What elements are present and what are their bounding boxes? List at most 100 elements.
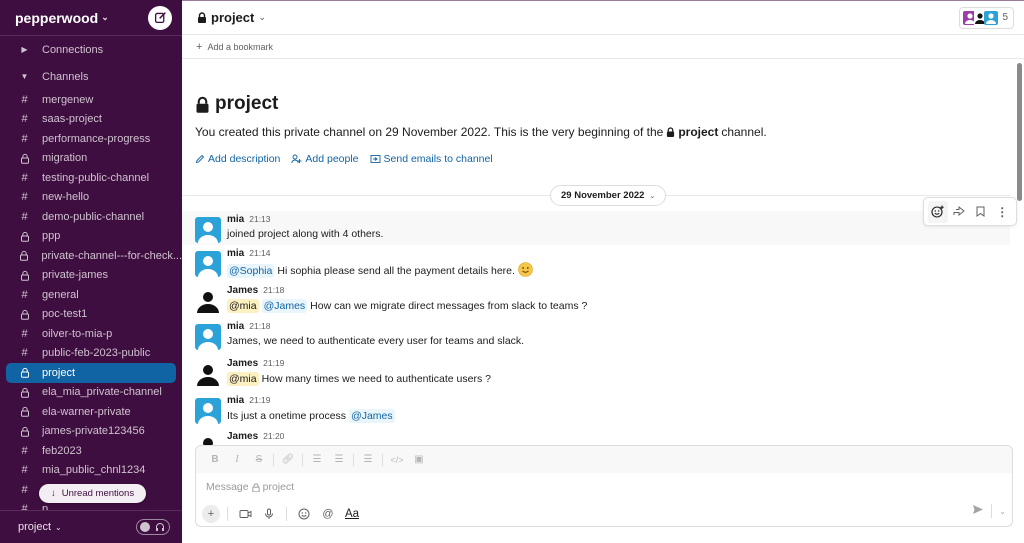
section-connections[interactable]: ▶ Connections	[0, 36, 182, 63]
add-description-link[interactable]: Add description	[195, 153, 280, 165]
sidebar-channel-ppp[interactable]: ppp	[0, 227, 182, 247]
code-button[interactable]: </>	[386, 450, 408, 470]
mention-button[interactable]: @	[318, 504, 338, 524]
hash-icon: #	[21, 132, 28, 145]
sidebar-channel-project[interactable]: project	[6, 363, 176, 383]
channel-title-button[interactable]: project ⌄	[197, 10, 266, 25]
sidebar-channel-new-hello[interactable]: # new-hello	[0, 188, 182, 208]
message-item[interactable]: James 21:18 @mia @James How can we migrate d…	[182, 282, 1010, 319]
sidebar-channel-general[interactable]: # general	[0, 285, 182, 305]
section-channels[interactable]: ▼ Channels	[0, 63, 182, 90]
avatar[interactable]	[195, 324, 221, 351]
huddle-toggle[interactable]	[136, 519, 170, 535]
sidebar-channel-private-james[interactable]: private-james	[0, 266, 182, 286]
blockquote-button[interactable]: ☰	[357, 450, 379, 470]
emoji-button[interactable]	[294, 504, 314, 524]
bold-icon: B	[211, 454, 219, 465]
sidebar-channel-poc-test1[interactable]: poc-test1	[0, 305, 182, 325]
save-message-button[interactable]	[971, 201, 991, 223]
sidebar-channel-migration[interactable]: migration	[0, 149, 182, 169]
add-people-link[interactable]: Add people	[291, 153, 359, 165]
user-mention[interactable]: @James	[349, 408, 395, 423]
avatar[interactable]	[195, 397, 221, 424]
message-item[interactable]: mia 21:18 James, we need to authenticate e…	[182, 318, 1010, 355]
message-timestamp[interactable]: 21:13	[249, 214, 270, 224]
avatar[interactable]	[195, 361, 221, 388]
add-bookmark-button[interactable]: + Add a bookmark	[196, 41, 273, 53]
strikethrough-icon: S	[255, 454, 263, 465]
user-mention[interactable]: @James	[261, 298, 308, 313]
sidebar-channel-mia-public-chnl1234[interactable]: # mia_public_chnl1234	[0, 461, 182, 481]
sidebar-channel-james-private123456[interactable]: james-private123456	[0, 422, 182, 442]
add-reaction-button[interactable]	[927, 200, 948, 223]
sidebar-scroll[interactable]: ▶ Connections ▼ Channels # mergenew # saas-…	[0, 36, 182, 510]
sidebar-channel-saas-project[interactable]: # saas-project	[0, 110, 182, 130]
message-author[interactable]: James	[227, 285, 258, 296]
more-actions-button[interactable]: ⋮	[992, 201, 1012, 223]
sidebar-channel-ela-mia-private-channel[interactable]: ela_mia_private-channel	[0, 383, 182, 403]
sidebar-channel-ela-warner-private[interactable]: ela-warner-private	[0, 402, 182, 422]
send-button[interactable]	[972, 504, 984, 518]
date-jump-button[interactable]: 29 November 2022 ⌄	[550, 185, 667, 206]
audio-clip-button[interactable]	[259, 504, 279, 524]
bold-button[interactable]: B	[204, 450, 226, 470]
message-timestamp[interactable]: 21:14	[249, 248, 270, 258]
message-item[interactable]: mia 21:13 joined project along with 4 othe…	[182, 211, 1010, 245]
attach-button[interactable]: +	[202, 505, 220, 523]
code-block-button[interactable]: ▣	[408, 450, 430, 470]
formatting-toggle-button[interactable]: Aa	[342, 504, 362, 524]
lock-icon	[16, 367, 33, 378]
video-clip-button[interactable]	[235, 504, 255, 524]
workspace-switcher[interactable]: pepperwood ⌄	[15, 10, 109, 26]
compose-button[interactable]	[148, 5, 172, 30]
sidebar-channel-demo-public-channel[interactable]: # demo-public-channel	[0, 207, 182, 227]
message-item[interactable]: James 21:19 @mia How many times we need to …	[182, 355, 1010, 392]
message-timestamp[interactable]: 21:20	[263, 431, 284, 441]
strikethrough-button[interactable]: S	[248, 450, 270, 470]
message-author[interactable]: mia	[227, 214, 244, 225]
channel-label: mia_public_chnl1234	[42, 464, 146, 477]
send-emails-link[interactable]: Send emails to channel	[370, 153, 493, 165]
lock-icon	[16, 270, 33, 281]
avatar[interactable]	[195, 217, 221, 243]
message-author[interactable]: James	[227, 431, 258, 442]
intro-title: project	[195, 93, 1015, 115]
sidebar-channel-private-channel-for-check[interactable]: private-channel---for-check...	[0, 246, 182, 266]
message-input[interactable]: Message project	[196, 473, 1012, 501]
message-item[interactable]: mia 21:19 Its just a onetime process @James	[182, 392, 1010, 429]
members-button[interactable]: 5	[959, 6, 1014, 29]
workspace-header: pepperwood ⌄	[0, 0, 182, 36]
sidebar-channel-performance-progress[interactable]: # performance-progress	[0, 129, 182, 149]
message-author[interactable]: James	[227, 358, 258, 369]
schedule-send-button[interactable]: ⌄	[999, 507, 1006, 516]
link-button[interactable]: 🔗︎	[277, 450, 299, 470]
message-timestamp[interactable]: 21:19	[249, 395, 270, 405]
smiley-emoji-icon[interactable]	[518, 262, 533, 280]
self-mention[interactable]: @mia	[227, 298, 259, 313]
message-author[interactable]: mia	[227, 248, 244, 259]
sidebar-channel-mergenew[interactable]: # mergenew	[0, 90, 182, 110]
avatar[interactable]	[195, 251, 221, 277]
user-mention[interactable]: @Sophia	[227, 264, 275, 278]
sidebar-channel-oilver-to-mia-p[interactable]: # oilver-to-mia-p	[0, 324, 182, 344]
sidebar-channel-testing-public-channel[interactable]: # testing-public-channel	[0, 168, 182, 188]
sidebar-channel-feb2023[interactable]: # feb2023	[0, 441, 182, 461]
message-timestamp[interactable]: 21:18	[249, 321, 270, 331]
message-item[interactable]: mia 21:14 @Sophia Hi sophia please send all…	[182, 245, 1010, 282]
unread-mentions-button[interactable]: ↓ Unread mentions	[39, 484, 147, 503]
message-timestamp[interactable]: 21:19	[263, 358, 284, 368]
ordered-list-button[interactable]: ☰	[306, 450, 328, 470]
italic-button[interactable]: I	[226, 450, 248, 470]
message-text-segment: How many times we need to authenticate u…	[261, 373, 491, 386]
avatar[interactable]	[195, 287, 221, 314]
share-message-button[interactable]	[949, 201, 969, 223]
message-author[interactable]: mia	[227, 395, 244, 406]
message-scrollbar[interactable]	[1017, 63, 1022, 201]
current-channel-switcher[interactable]: project ⌄	[18, 521, 62, 533]
member-avatars	[963, 10, 999, 25]
self-mention[interactable]: @mia	[227, 372, 259, 387]
message-timestamp[interactable]: 21:18	[263, 285, 284, 295]
bulleted-list-button[interactable]: ☰	[328, 450, 350, 470]
sidebar-channel-public-feb-2023-public[interactable]: # public-feb-2023-public	[0, 344, 182, 364]
message-author[interactable]: mia	[227, 321, 244, 332]
